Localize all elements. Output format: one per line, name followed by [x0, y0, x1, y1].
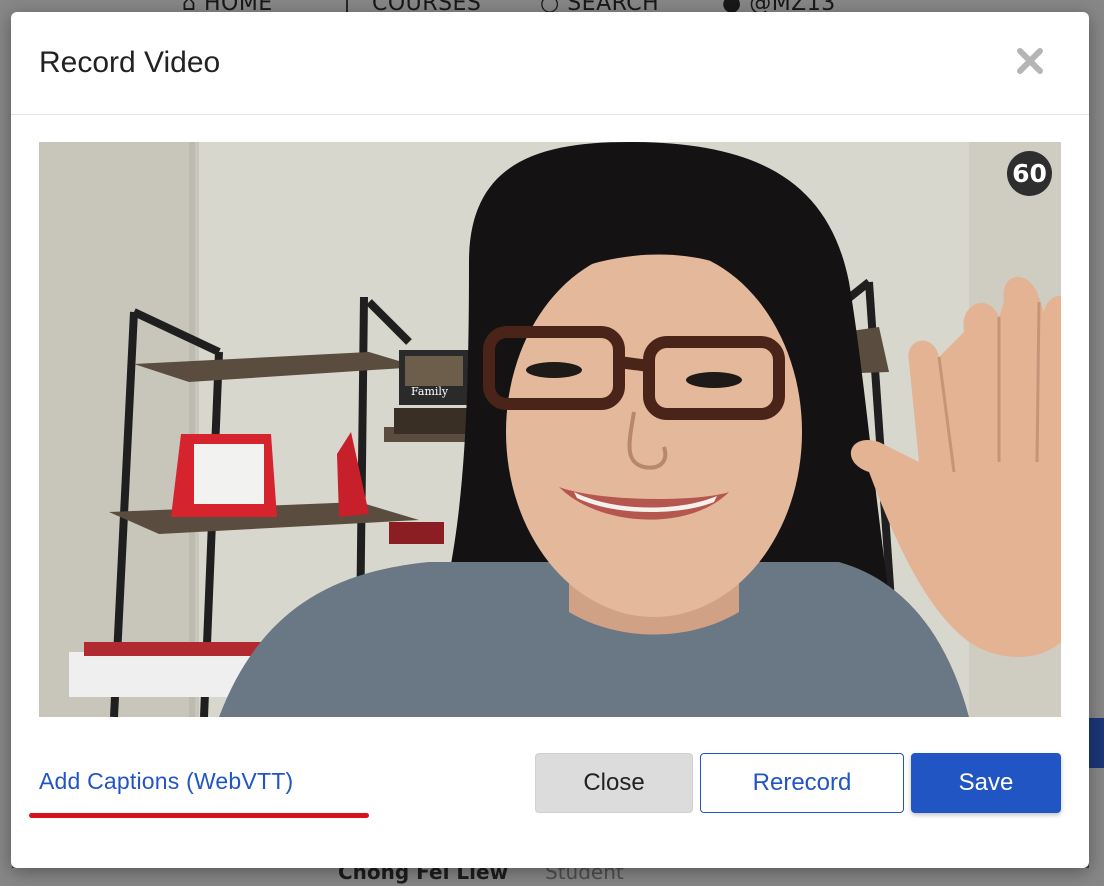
save-button[interactable]: Save	[911, 753, 1061, 813]
video-preview: Family 60	[39, 142, 1061, 717]
video-frame: Family	[39, 142, 1061, 717]
annotation-underline	[29, 813, 369, 818]
close-button[interactable]: Close	[535, 753, 693, 813]
scene-text: Family	[411, 385, 449, 398]
add-captions-link[interactable]: Add Captions (WebVTT)	[39, 768, 293, 795]
recording-timer-badge: 60	[1007, 151, 1052, 196]
modal-header: Record Video	[11, 12, 1089, 115]
record-video-modal: Record Video Family 60 Add Captions (Web…	[11, 12, 1089, 868]
close-icon[interactable]	[1011, 42, 1049, 80]
rerecord-button[interactable]: Rerecord	[700, 753, 904, 813]
modal-title: Record Video	[39, 46, 221, 79]
